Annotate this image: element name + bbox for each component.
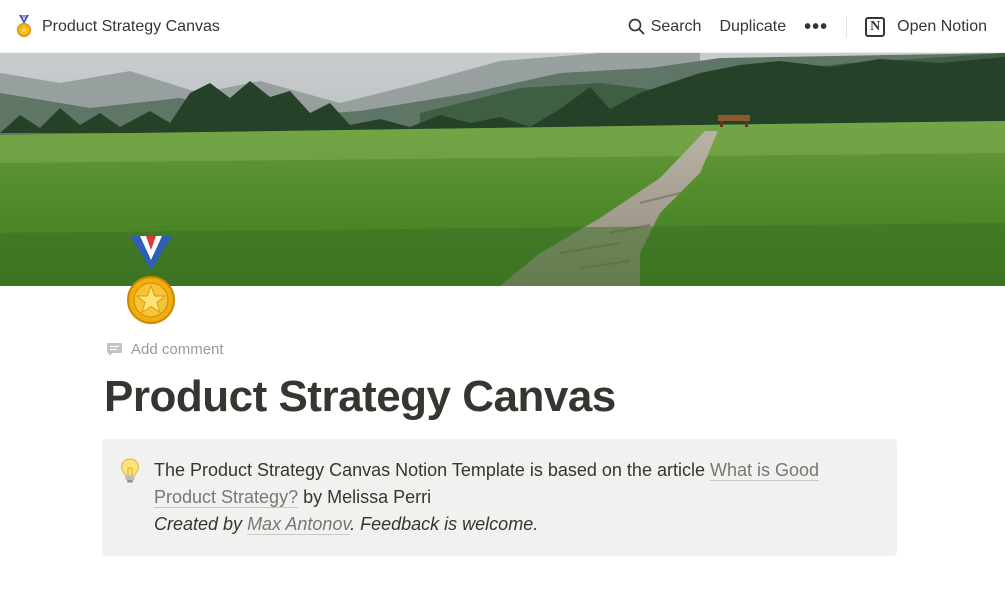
add-comment-button[interactable]: Add comment [106, 341, 224, 358]
comment-icon [107, 343, 122, 356]
duplicate-label: Duplicate [719, 17, 787, 35]
author-link[interactable]: Max Antonov [247, 514, 351, 535]
callout-text: The Product Strategy Canvas Notion Templ… [154, 457, 874, 538]
created-by-prefix: Created by [154, 514, 248, 534]
search-label: Search [650, 17, 702, 35]
topbar-actions: Search Duplicate ••• N Open Notion [628, 0, 987, 53]
add-comment-label: Add comment [131, 341, 224, 358]
duplicate-button[interactable]: Duplicate [719, 18, 786, 36]
page-title: Product Strategy Canvas [104, 372, 616, 421]
notion-logo-icon: N [865, 16, 886, 37]
more-icon: ••• [804, 15, 829, 38]
lightbulb-icon [120, 458, 140, 483]
search-icon [628, 18, 645, 35]
more-options-button[interactable]: ••• [804, 17, 828, 37]
breadcrumb[interactable]: Product Strategy Canvas [14, 0, 220, 53]
divider [846, 15, 848, 38]
created-by-suffix: . Feedback is welcome. [350, 514, 539, 534]
created-by-line: Created by Max Antonov. Feedback is welc… [154, 514, 538, 535]
open-notion-button[interactable]: N Open Notion [865, 16, 987, 37]
callout-text-end: by Melissa Perri [298, 487, 432, 507]
medal-icon [17, 14, 31, 37]
open-notion-label: Open Notion [897, 17, 987, 35]
top-bar: Product Strategy Canvas Search Duplicate… [0, 0, 1005, 53]
breadcrumb-title: Product Strategy Canvas [42, 17, 220, 35]
medal-icon [127, 236, 175, 324]
search-button[interactable]: Search [628, 17, 702, 36]
callout-text-start: The Product Strategy Canvas Notion Templ… [154, 460, 710, 480]
callout-block: The Product Strategy Canvas Notion Templ… [102, 439, 897, 556]
